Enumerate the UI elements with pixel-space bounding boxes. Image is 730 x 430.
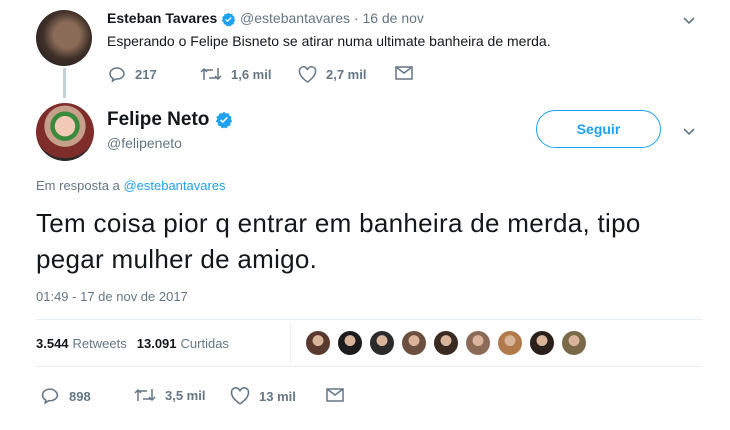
liker-avatar[interactable] (305, 330, 331, 356)
chevron-down-icon[interactable] (681, 123, 697, 139)
avatar-esteban[interactable] (36, 10, 92, 66)
retweet-count: 3,5 mil (165, 387, 206, 403)
retweets-label: Retweets (72, 336, 127, 351)
reply-tweet-text: Esperando o Felipe Bisneto se atirar num… (107, 33, 551, 49)
reply-action[interactable]: 898 (40, 387, 91, 405)
main-tweet-text: Tem coisa pior q entrar em banheira de m… (36, 208, 641, 274)
retweet-action[interactable]: 1,6 mil (200, 66, 271, 82)
author-handle[interactable]: @felipeneto (107, 135, 182, 151)
author-name[interactable]: Felipe Neto (107, 109, 209, 130)
reply-count: 217 (135, 67, 157, 82)
like-action[interactable]: 2,7 mil (298, 66, 366, 83)
chevron-down-icon[interactable] (681, 12, 697, 28)
liker-avatars (305, 330, 587, 356)
author-handle[interactable]: @estebantavares (240, 10, 350, 26)
author-name[interactable]: Esteban Tavares (107, 10, 217, 26)
liker-avatar[interactable] (561, 330, 587, 356)
avatar-felipe[interactable] (36, 103, 94, 161)
likes-total: 13.091 (136, 336, 177, 351)
message-action[interactable] (395, 66, 413, 80)
divider (36, 366, 702, 367)
envelope-icon (395, 66, 413, 80)
reply-handle-link[interactable]: @estebantavares (123, 178, 225, 193)
liker-avatar[interactable] (401, 330, 427, 356)
reply-count: 898 (69, 388, 91, 404)
tweet-stats: 3.544 Retweets 13.091 Curtidas (36, 336, 229, 351)
retweet-icon (134, 387, 156, 403)
reply-icon (108, 66, 126, 83)
retweet-action[interactable]: 3,5 mil (134, 387, 205, 403)
liker-avatar[interactable] (465, 330, 491, 356)
retweets-stat[interactable]: 3.544 Retweets (36, 336, 127, 351)
liker-avatar[interactable] (337, 330, 363, 356)
reply-icon (40, 387, 60, 405)
separator-dot: · (353, 10, 359, 26)
retweet-icon (200, 66, 222, 82)
verified-badge-icon (221, 12, 236, 27)
divider (36, 319, 702, 320)
liker-avatar[interactable] (433, 330, 459, 356)
retweets-total: 3.544 (36, 336, 69, 351)
message-action[interactable] (326, 388, 344, 402)
tweet-date[interactable]: 16 de nov (362, 10, 424, 26)
retweet-count: 1,6 mil (231, 66, 272, 82)
like-count: 13 mil (259, 388, 296, 404)
likes-label: Curtidas (180, 336, 229, 351)
main-tweet-author: Felipe Neto (107, 109, 233, 131)
like-action[interactable]: 13 mil (230, 387, 296, 405)
liker-avatar[interactable] (369, 330, 395, 356)
like-count: 2,7 mil (326, 67, 367, 82)
verified-badge-icon (215, 111, 233, 129)
thread-line (63, 68, 66, 98)
reply-context: Em resposta a @estebantavares (36, 178, 226, 193)
stats-separator (290, 324, 291, 362)
likes-stat[interactable]: 13.091 Curtidas (137, 336, 229, 351)
heart-icon (230, 387, 250, 405)
reply-prefix: Em resposta a (36, 178, 120, 193)
envelope-icon (326, 388, 344, 402)
liker-avatar[interactable] (529, 330, 555, 356)
liker-avatar[interactable] (497, 330, 523, 356)
tweet-timestamp[interactable]: 01:49 - 17 de nov de 2017 (36, 289, 188, 304)
follow-button[interactable]: Seguir (536, 110, 661, 148)
reply-tweet-header: Esteban Tavares @estebantavares · 16 de … (107, 10, 424, 27)
heart-icon (298, 66, 317, 83)
reply-action[interactable]: 217 (108, 66, 157, 83)
